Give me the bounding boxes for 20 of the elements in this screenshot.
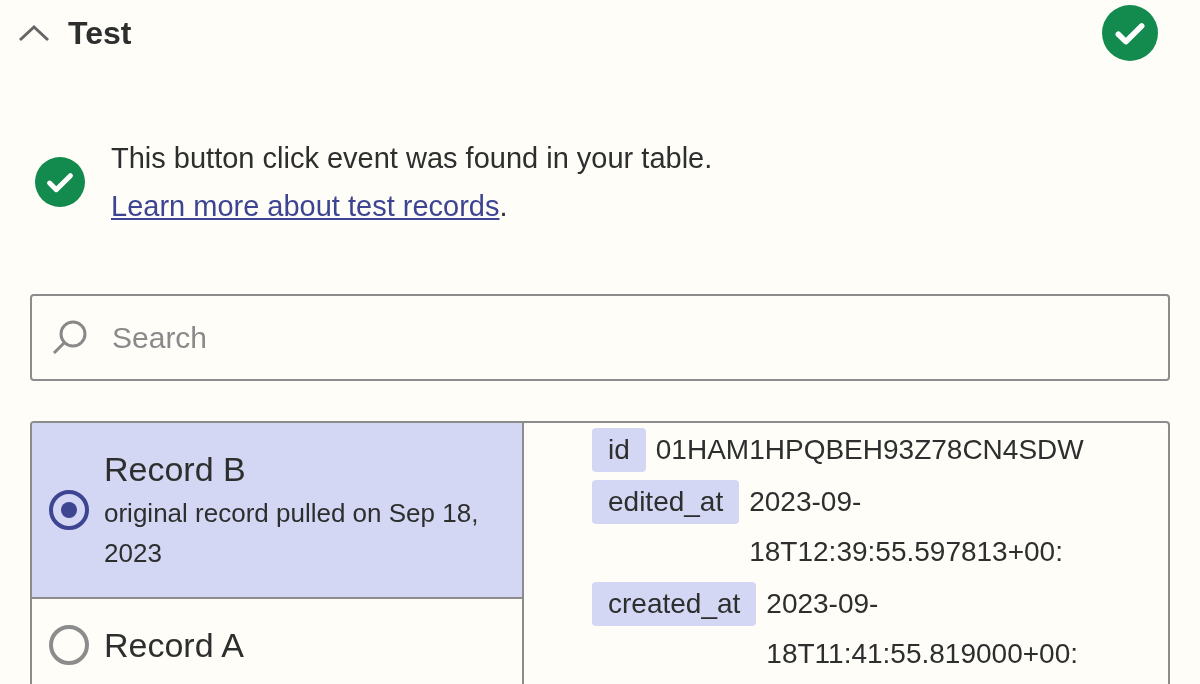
field-value: 2023-09-18T11:41:55.819000+00: — [766, 587, 1079, 671]
field-key: created_at — [592, 582, 757, 626]
notice-text: This button click event was found in your table. Learn more about test records. — [111, 141, 714, 224]
radio-icon[interactable] — [48, 489, 90, 531]
record-title: Record B — [104, 449, 247, 490]
check-icon — [1102, 5, 1158, 61]
search-icon — [50, 319, 88, 357]
field-value: 01HAM1HPQBEH93Z78CN4SDW — [655, 433, 1085, 467]
record-item[interactable]: Record B original record pulled on Sep 18, 2023 — [32, 423, 522, 599]
search-field[interactable]: Search — [30, 294, 1170, 381]
radio-icon[interactable] — [48, 624, 90, 666]
chevron-up-icon[interactable] — [18, 23, 50, 43]
field-key: edited_at — [592, 480, 740, 524]
section-title: Test — [68, 14, 132, 53]
record-title: Record A — [104, 625, 244, 666]
record-subtitle: original record pulled on Sep 18, 2023 — [104, 497, 480, 570]
check-icon — [35, 157, 85, 207]
learn-more-link[interactable]: Learn more about test records — [111, 190, 500, 222]
field-value: 2023-09-18T12:39:55.597813+00: — [749, 485, 1064, 569]
field-key: id — [592, 428, 646, 472]
